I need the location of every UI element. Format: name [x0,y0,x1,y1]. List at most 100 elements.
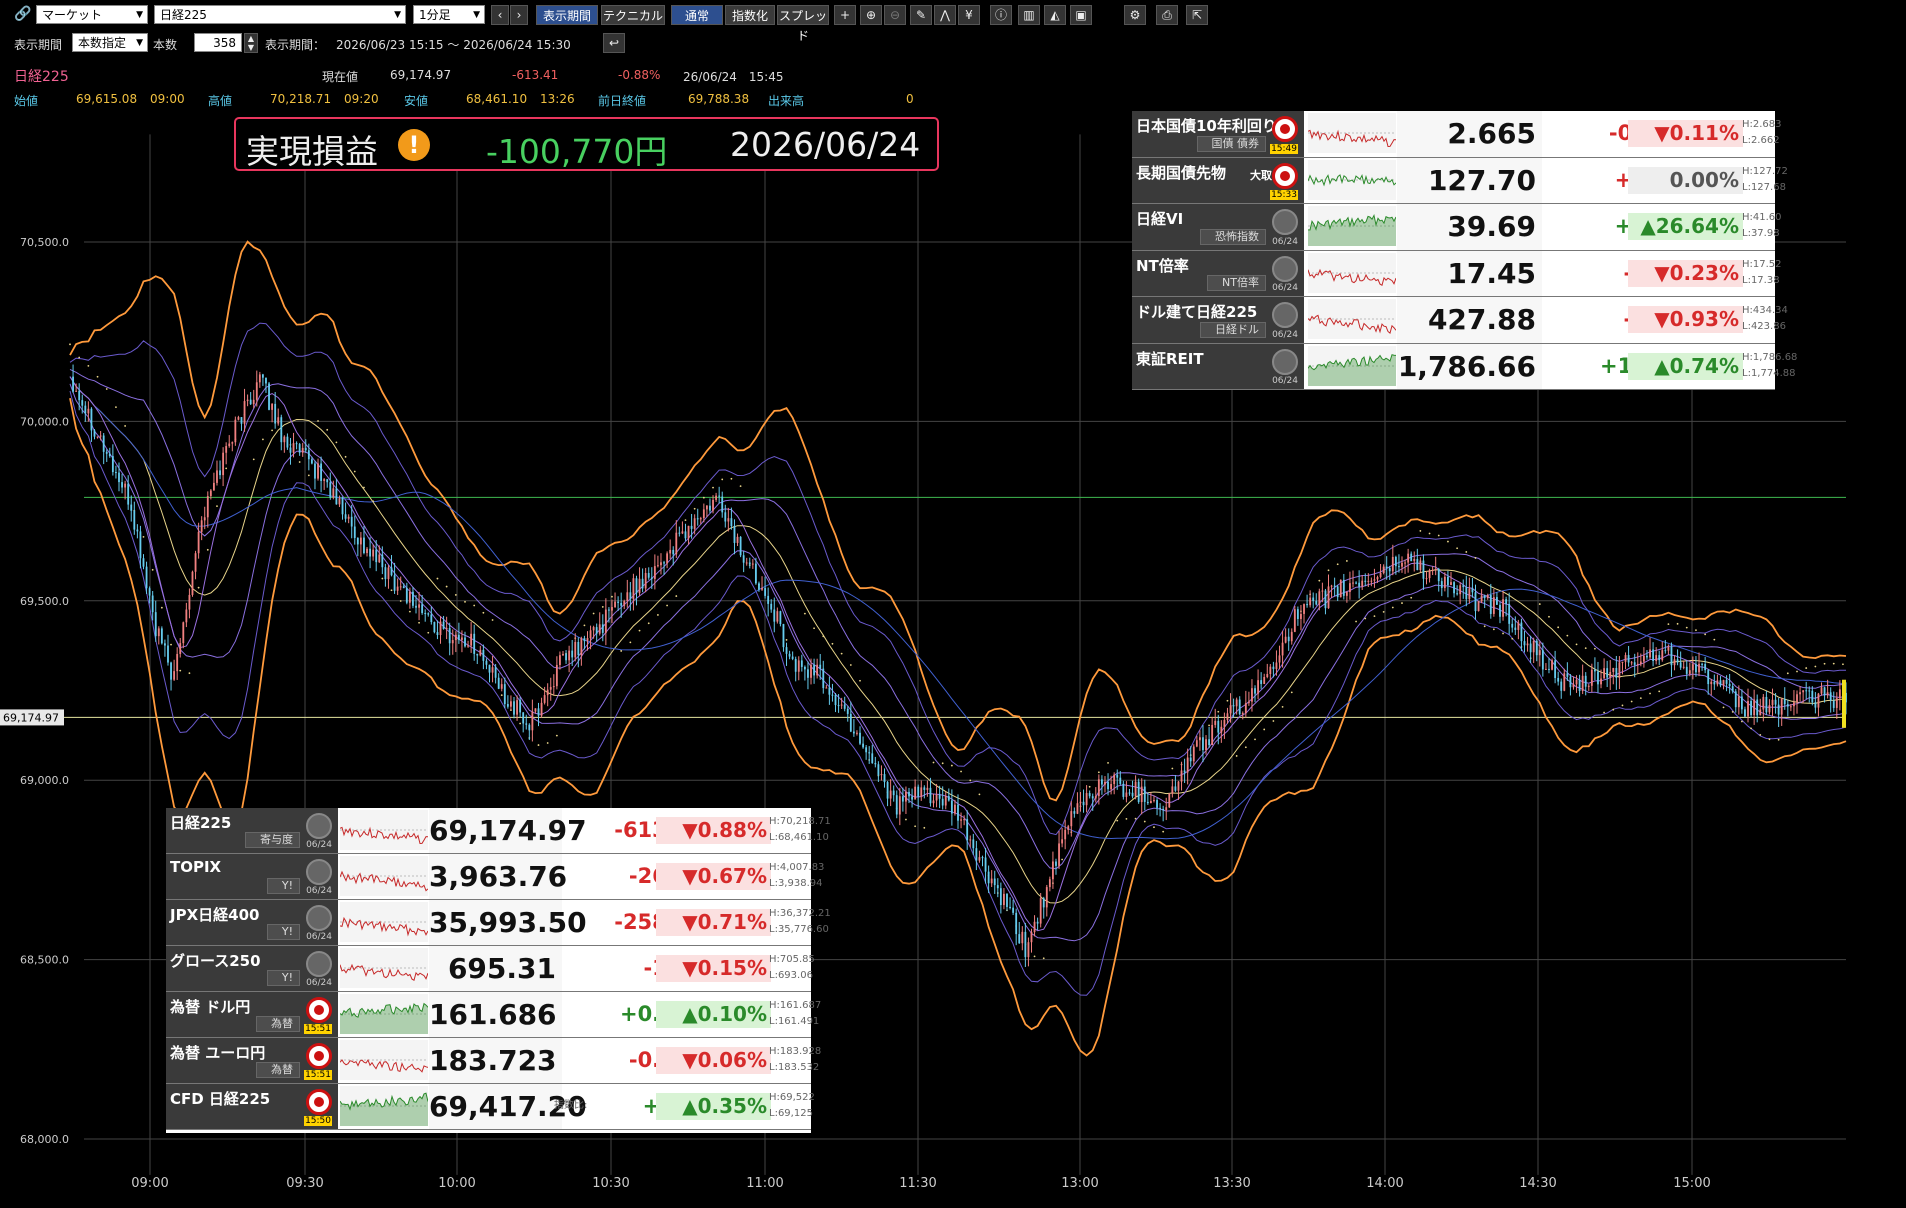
candle-body [819,664,822,669]
candle-body [1058,843,1060,866]
quote-name-cell[interactable]: 為替 ドル円 為替 15:51 [166,992,338,1037]
zoom-in-icon[interactable]: ⊕ [860,5,882,25]
link-icon[interactable]: 🔗 [14,6,31,22]
sar-dot [188,672,191,675]
quote-row[interactable]: ドル建て日経225日経ドル06/24427.88-4.01▼0.93%H:434… [1132,297,1788,344]
quote-sub-link[interactable]: NT倍率 [1207,275,1266,291]
quote-row[interactable]: 為替 ユーロ円為替15:51183.723-0.112▼0.06%H:183.9… [166,1038,821,1084]
volume-chart-icon[interactable]: ▥ [1018,5,1040,25]
quote-name-cell[interactable]: JPX日経400 Y! 06/24 [166,900,338,945]
period-button[interactable]: 表示期間 [536,5,598,25]
period-mode-select[interactable]: 本数指定 ▼ [72,33,148,52]
refresh-icon[interactable]: ↩ [603,33,625,53]
quote-name-cell[interactable]: 日経225 寄与度 06/24 [166,808,338,853]
candle-body [350,516,353,527]
quote-row[interactable]: 東証REIT06/241,786.66+13.17▲0.74%H:1,786.6… [1132,343,1797,390]
interval-select[interactable]: 1分足 ▼ [413,5,485,24]
quote-sub-link[interactable]: Y! [266,970,300,986]
quote-sub-link[interactable]: Y! [266,878,300,894]
area-chart-icon[interactable]: ◭ [1044,5,1066,25]
mode-select[interactable]: マーケット ▼ [36,5,148,24]
candle-body [862,743,864,748]
quote-sub-link[interactable]: 国債 債券 [1196,135,1266,152]
candle-body [1165,807,1168,811]
print-icon[interactable]: ⎙ [1156,5,1178,25]
quote-row[interactable]: NT倍率NT倍率06/2417.45-0.04▼0.23%H:17.52L:17… [1132,250,1782,297]
quote-name-cell[interactable]: NT倍率 NT倍率 06/24 [1132,250,1304,296]
count-input[interactable]: 358 [194,33,242,52]
candle-body [317,463,319,479]
count-stepper[interactable]: ▲ ▼ [244,33,258,53]
symbol-select[interactable]: 日経225 ▼ [154,5,406,24]
prev-icon[interactable]: ‹ [491,5,509,25]
quote-panel-bottom: 日経225寄与度06/2469,174.97-613.41▼0.88%H:70,… [166,808,831,1133]
quote-sub-link[interactable]: 為替 [256,1016,300,1032]
quote-sub-link[interactable]: 為替 [256,1062,300,1078]
info-icon[interactable]: ⓘ [990,5,1012,25]
quote-name-cell[interactable]: CFD 日経225 15:50 [166,1084,338,1129]
normal-button[interactable]: 通常 [671,5,723,25]
candle-body [715,495,718,500]
yen-icon[interactable]: ¥ [958,5,980,25]
spread-button[interactable]: スプレッド [777,5,829,43]
candle-body [1805,690,1808,692]
quote-name-cell[interactable]: TOPIX Y! 06/24 [166,854,338,899]
screen-icon[interactable]: ▣ [1070,5,1092,25]
sar-dot [1447,540,1449,543]
candle-body [611,607,613,611]
quote-name-cell[interactable]: 長期国債先物 大取 15:33 [1132,157,1304,203]
candle-body [1691,664,1694,671]
sar-dot [1428,532,1431,535]
candle-body [93,430,96,437]
quote-row[interactable]: 日経225寄与度06/2469,174.97-613.41▼0.88%H:70,… [166,808,831,854]
candle-body [1388,568,1391,572]
candle-body [920,787,923,797]
quote-name-cell[interactable]: 東証REIT 06/24 [1132,343,1304,389]
quote-name-cell[interactable]: グロース250 Y! 06/24 [166,946,338,991]
trend-icon[interactable]: ⋀ [934,5,956,25]
sar-dot [1658,690,1661,693]
quote-row[interactable]: 日本国債10年利回り国債 債券15:492.665-0.003▼0.11%H:2… [1132,111,1782,158]
sar-dot [1272,720,1275,722]
quote-high: H:127.72 [1742,165,1788,177]
candle-body [1235,699,1238,707]
candle-body [1566,673,1569,677]
warning-icon[interactable]: ! [398,129,430,161]
quote-sub-link[interactable]: 日経ドル [1200,321,1266,338]
quote-row[interactable]: CFD 日経22515:5069,417.20+242▲0.35%H:69,52… [166,1084,815,1130]
quote-name-cell[interactable]: 日本国債10年利回り 国債 債券 15:49 [1132,111,1304,157]
export-icon[interactable]: ⇱ [1186,5,1208,25]
candle-body [999,888,1002,906]
settings-icon[interactable]: ⚙ [1124,5,1146,25]
candle-body [1100,779,1103,785]
quote-row[interactable]: 長期国債先物大取15:33127.70+0.010.00%H:127.72L:1… [1132,157,1788,204]
candle-body [424,612,427,614]
quote-row[interactable]: 日経VI恐怖指数06/2439.69+8.35▲26.64%H:41.60L:3… [1132,204,1782,251]
quote-name-cell[interactable]: 日経VI 恐怖指数 06/24 [1132,204,1304,250]
quote-name-cell[interactable]: 為替 ユーロ円 為替 15:51 [166,1038,338,1083]
technical-button[interactable]: テクニカル [601,5,665,25]
quote-low: L:423.86 [1742,321,1786,332]
quote-row[interactable]: TOPIXY!06/243,963.76-26.62▼0.67%H:4,007.… [166,854,824,900]
pen-icon[interactable]: ✎ [910,5,932,25]
quote-sub-link[interactable]: 寄与度 [245,832,300,848]
quote-row[interactable]: グロース250Y!06/24695.31-1.06▼0.15%H:705.85L… [166,946,815,992]
candle-body [176,653,179,672]
candle-body [170,662,172,680]
quote-name-cell[interactable]: ドル建て日経225 日経ドル 06/24 [1132,297,1304,343]
quote-sub-link[interactable]: 恐怖指数 [1200,228,1266,245]
next-icon[interactable]: › [510,5,528,25]
quote-row[interactable]: JPX日経400Y!06/2435,993.50-258.97▼0.71%H:3… [166,900,831,946]
quote-row[interactable]: 為替 ドル円為替15:51161.686+0.160▲0.10%H:161.68… [166,992,821,1038]
crosshair-icon[interactable]: + [834,5,856,25]
quote-high-low: H:41.60 L:37.98 [1742,210,1782,242]
candle-body [837,705,840,707]
zoom-out-icon[interactable]: ⊖ [884,5,906,25]
index-button[interactable]: 指数化 [725,5,775,25]
candle-body [1244,703,1247,714]
candle-body [1070,811,1073,827]
candle-body [736,536,739,543]
quote-high: H:69,522 [769,1092,815,1103]
quote-sub-link[interactable]: Y! [266,924,300,940]
quote-price: 427.88 [1397,297,1542,343]
